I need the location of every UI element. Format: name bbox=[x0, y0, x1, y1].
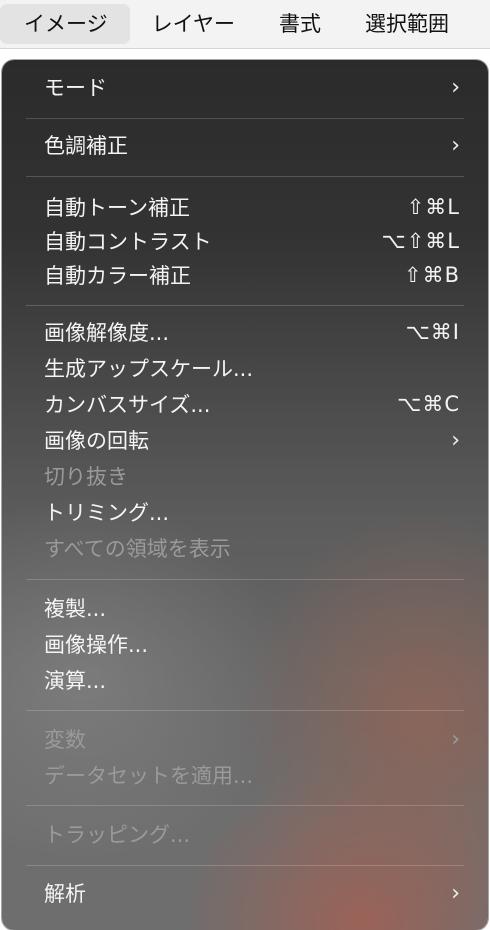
menu-item-label: トラッピング... bbox=[44, 823, 191, 847]
menu-item-label: カンバスサイズ... bbox=[44, 393, 211, 417]
menu-item-auto-contrast[interactable]: 自動コントラスト ⌥⇧⌘L bbox=[2, 223, 488, 259]
menu-item-label: 自動カラー補正 bbox=[44, 264, 191, 288]
menu-item-label: 画像操作... bbox=[44, 633, 149, 657]
menu-item-analysis[interactable]: 解析 › bbox=[2, 875, 488, 911]
menu-item-label: 自動コントラスト bbox=[44, 230, 212, 254]
chevron-right-icon: › bbox=[451, 74, 460, 100]
chevron-right-icon: › bbox=[451, 880, 460, 906]
menu-item-label: データセットを適用... bbox=[44, 764, 254, 788]
menubar-item-type[interactable]: 書式 bbox=[257, 4, 343, 44]
menu-item-label: 色調補正 bbox=[44, 134, 128, 158]
menu-item-shortcut: ⌥⇧⌘L bbox=[381, 229, 460, 253]
menu-item-crop[interactable]: 切り抜き bbox=[2, 458, 488, 494]
menu-item-label: 複製... bbox=[44, 597, 107, 621]
chevron-right-icon: › bbox=[451, 427, 460, 453]
menu-item-apply-image[interactable]: 画像操作... bbox=[2, 626, 488, 662]
menu-separator bbox=[26, 710, 464, 711]
menu-item-adjustments[interactable]: 色調補正 › bbox=[2, 127, 488, 163]
menu-item-shortcut: ⇧⌘L bbox=[406, 195, 460, 219]
menu-item-shortcut: ⇧⌘B bbox=[403, 263, 460, 287]
menu-item-variables[interactable]: 変数 › bbox=[2, 721, 488, 757]
menu-separator bbox=[26, 118, 464, 119]
menu-item-label: すべての領域を表示 bbox=[44, 537, 231, 561]
menu-item-duplicate[interactable]: 複製... bbox=[2, 590, 488, 626]
menubar-item-layer[interactable]: レイヤー bbox=[130, 4, 257, 44]
menu-item-label: モード bbox=[44, 76, 107, 100]
menu-item-calculations[interactable]: 演算... bbox=[2, 662, 488, 698]
menu-item-label: トリミング... bbox=[44, 501, 170, 525]
menu-item-label: 解析 bbox=[44, 882, 86, 906]
menu-item-shortcut: ⌥⌘I bbox=[405, 320, 460, 344]
menu-item-auto-tone[interactable]: 自動トーン補正 ⇧⌘L bbox=[2, 189, 488, 225]
menu-item-label: 変数 bbox=[44, 728, 86, 752]
menu-item-generative-upscale[interactable]: 生成アップスケール... bbox=[2, 350, 488, 386]
menu-bar: イメージ レイヤー 書式 選択範囲 bbox=[0, 0, 490, 49]
menu-item-mode[interactable]: モード › bbox=[2, 69, 488, 105]
menu-item-shortcut: ⌥⌘C bbox=[397, 392, 460, 416]
chevron-right-icon: › bbox=[451, 726, 460, 752]
menu-item-auto-color[interactable]: 自動カラー補正 ⇧⌘B bbox=[2, 257, 488, 293]
menu-item-image-rotation[interactable]: 画像の回転 › bbox=[2, 422, 488, 458]
menu-item-canvas-size[interactable]: カンバスサイズ... ⌥⌘C bbox=[2, 386, 488, 422]
menu-separator bbox=[26, 865, 464, 866]
menu-item-image-size[interactable]: 画像解像度... ⌥⌘I bbox=[2, 314, 488, 350]
menu-item-label: 生成アップスケール... bbox=[44, 357, 254, 381]
image-dropdown-menu: モード › 色調補正 › 自動トーン補正 ⇧⌘L 自動コントラスト ⌥⇧⌘L 自… bbox=[2, 60, 488, 930]
menu-separator bbox=[26, 176, 464, 177]
menubar-item-select[interactable]: 選択範囲 bbox=[343, 4, 471, 44]
menu-item-trim[interactable]: トリミング... bbox=[2, 494, 488, 530]
menu-item-label: 画像の回転 bbox=[44, 429, 149, 453]
menu-separator bbox=[26, 305, 464, 306]
menu-item-label: 切り抜き bbox=[44, 465, 128, 489]
menu-item-label: 演算... bbox=[44, 669, 107, 693]
menu-item-apply-data-set[interactable]: データセットを適用... bbox=[2, 757, 488, 793]
menu-item-reveal-all[interactable]: すべての領域を表示 bbox=[2, 530, 488, 566]
chevron-right-icon: › bbox=[451, 132, 460, 158]
menu-item-label: 自動トーン補正 bbox=[44, 196, 190, 220]
menu-separator bbox=[26, 579, 464, 580]
menu-item-trapping[interactable]: トラッピング... bbox=[2, 816, 488, 852]
menu-separator bbox=[26, 805, 464, 806]
menu-item-label: 画像解像度... bbox=[44, 321, 170, 345]
menubar-item-image[interactable]: イメージ bbox=[0, 4, 130, 44]
